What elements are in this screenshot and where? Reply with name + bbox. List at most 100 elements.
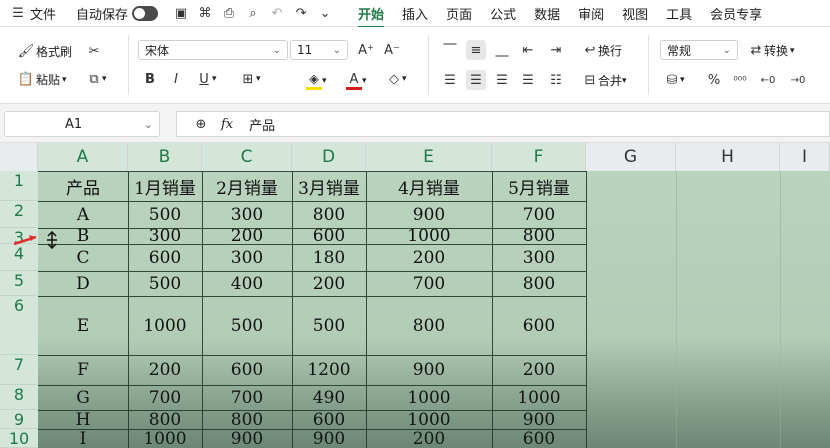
row-header-2[interactable]: 2	[0, 201, 38, 228]
distribute-button[interactable]: ☷	[548, 72, 564, 88]
format-painter-button[interactable]: 🖌 格式刷	[18, 43, 72, 60]
thousands-button[interactable]: ⁰⁰⁰	[732, 72, 748, 88]
cell-f4[interactable]: 300	[492, 244, 586, 271]
cell-d9[interactable]: 600	[292, 410, 366, 430]
tab-page[interactable]: 页面	[446, 4, 472, 23]
column-header-i[interactable]: I	[780, 143, 830, 171]
cell-e9[interactable]: 1000	[366, 410, 492, 430]
zoom-icon[interactable]: ⊕	[193, 116, 209, 132]
clear-button[interactable]: ◇ ▾	[386, 71, 407, 87]
tab-member[interactable]: 会员专享	[710, 4, 762, 23]
cell-a2[interactable]: A	[38, 201, 128, 228]
column-header-f[interactable]: F	[492, 143, 586, 171]
cell-d1[interactable]: 3月销量	[292, 171, 366, 201]
align-left-button[interactable]: ☰	[442, 72, 458, 88]
cell-f7[interactable]: 200	[492, 355, 586, 385]
cell-d5[interactable]: 200	[292, 271, 366, 296]
cell-d3[interactable]: 600	[292, 226, 366, 246]
cell-a8[interactable]: G	[38, 385, 128, 410]
cell-f5[interactable]: 800	[492, 271, 586, 296]
decrease-font-button[interactable]: A⁻	[384, 42, 400, 58]
undo-icon[interactable]: ↶	[268, 4, 286, 22]
fill-color-button[interactable]: ◈ ▾	[306, 71, 327, 90]
align-middle-button[interactable]: ≡	[466, 40, 486, 60]
column-header-e[interactable]: E	[366, 143, 492, 171]
tab-tools[interactable]: 工具	[666, 4, 692, 23]
tab-data[interactable]: 数据	[534, 4, 560, 23]
cell-f2[interactable]: 700	[492, 201, 586, 228]
column-header-a[interactable]: A	[38, 143, 128, 171]
cell-c10[interactable]: 900	[202, 429, 292, 448]
cell-a7[interactable]: F	[38, 355, 128, 385]
row-header-1[interactable]: 1	[0, 171, 38, 201]
border-button[interactable]: ⊞ ▾	[240, 71, 261, 87]
copy-button[interactable]: ⧉ ▾	[86, 71, 106, 87]
cell-d4[interactable]: 180	[292, 244, 366, 271]
cell-b1[interactable]: 1月销量	[128, 171, 202, 201]
cell-b6[interactable]: 1000	[128, 296, 202, 355]
cell-b3[interactable]: 300	[128, 226, 202, 246]
currency-button[interactable]: ⛁ ▾	[664, 72, 685, 88]
column-header-g[interactable]: G	[586, 143, 676, 171]
cell-d10[interactable]: 900	[292, 429, 366, 448]
cell-c9[interactable]: 800	[202, 410, 292, 430]
cell-e7[interactable]: 900	[366, 355, 492, 385]
cell-d2[interactable]: 800	[292, 201, 366, 228]
fx-label[interactable]: fx	[221, 117, 233, 132]
row-header-10[interactable]: 10	[0, 429, 38, 448]
tab-formula[interactable]: 公式	[490, 4, 516, 23]
align-right-button[interactable]: ☰	[494, 72, 510, 88]
cell-a10[interactable]: I	[38, 429, 128, 448]
increase-decimal-button[interactable]: ←0	[760, 72, 776, 88]
cell-c8[interactable]: 700	[202, 385, 292, 410]
decrease-decimal-button[interactable]: →0	[790, 72, 806, 88]
row-header-7[interactable]: 7	[0, 355, 38, 385]
number-format-select[interactable]: 常规 ⌄	[660, 40, 738, 60]
tab-home[interactable]: 开始	[358, 4, 385, 28]
cell-c2[interactable]: 300	[202, 201, 292, 228]
increase-indent-button[interactable]: ⇥	[548, 42, 564, 58]
paste-button[interactable]: 📋 粘贴 ▾	[18, 71, 67, 88]
chevron-down-icon[interactable]: ⌄	[144, 118, 153, 131]
cell-e2[interactable]: 900	[366, 201, 492, 228]
save-icon[interactable]: ▣	[172, 4, 190, 22]
font-name-select[interactable]: 宋体 ⌄	[138, 40, 288, 60]
redo-icon[interactable]: ↷	[292, 4, 310, 22]
decrease-indent-button[interactable]: ⇤	[520, 42, 536, 58]
convert-button[interactable]: ⇄ 转换 ▾	[748, 42, 795, 59]
cell-e5[interactable]: 700	[366, 271, 492, 296]
cell-b9[interactable]: 800	[128, 410, 202, 430]
font-color-button[interactable]: A ▾	[346, 71, 367, 90]
cell-f6[interactable]: 600	[492, 296, 586, 355]
column-header-c[interactable]: C	[202, 143, 292, 171]
increase-font-button[interactable]: A⁺	[358, 42, 374, 58]
cell-f3[interactable]: 800	[492, 226, 586, 246]
align-bottom-button[interactable]: ⎽	[494, 42, 510, 58]
print-icon[interactable]: ⎙	[220, 4, 238, 22]
cell-c4[interactable]: 300	[202, 244, 292, 271]
column-header-h[interactable]: H	[676, 143, 780, 171]
cell-d6[interactable]: 500	[292, 296, 366, 355]
row-header-9[interactable]: 9	[0, 410, 38, 429]
column-header-b[interactable]: B	[128, 143, 202, 171]
file-menu[interactable]: ☰ 文件	[10, 4, 56, 23]
tab-view[interactable]: 视图	[622, 4, 648, 23]
bold-button[interactable]: B	[142, 71, 158, 87]
cell-e8[interactable]: 1000	[366, 385, 492, 410]
autosave-toggle[interactable]: 自动保存	[76, 4, 159, 23]
cell-b8[interactable]: 700	[128, 385, 202, 410]
cell-d7[interactable]: 1200	[292, 355, 366, 385]
cell-b7[interactable]: 200	[128, 355, 202, 385]
formula-input[interactable]: ⊕ fx 产品	[176, 111, 830, 137]
merge-button[interactable]: ⊟ 合并 ▾	[582, 72, 627, 89]
cell-f9[interactable]: 900	[492, 410, 586, 430]
tab-review[interactable]: 审阅	[578, 4, 604, 23]
share-icon[interactable]: ⌘	[196, 4, 214, 22]
cell-c1[interactable]: 2月销量	[202, 171, 292, 201]
justify-button[interactable]: ☰	[520, 72, 536, 88]
cut-button[interactable]: ✂	[86, 43, 102, 59]
cell-a5[interactable]: D	[38, 271, 128, 296]
cell-b2[interactable]: 500	[128, 201, 202, 228]
cell-f8[interactable]: 1000	[492, 385, 586, 410]
percent-button[interactable]: %	[706, 72, 722, 88]
